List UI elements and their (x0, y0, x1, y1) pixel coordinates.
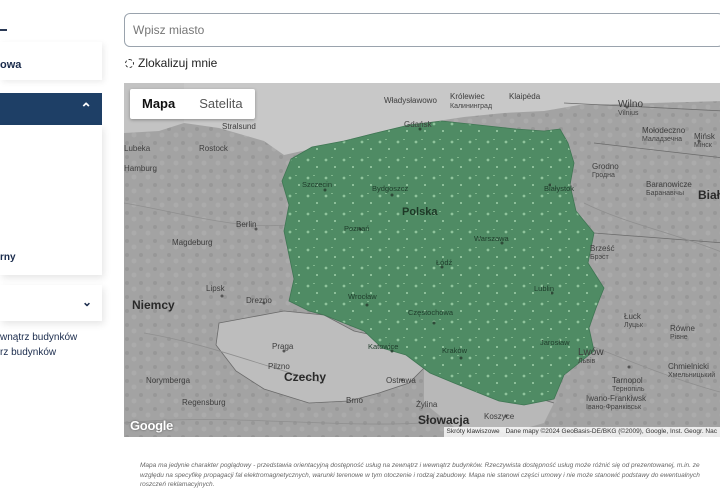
label-lipsk: Lipsk (206, 284, 226, 293)
locate-me-label: Zlokalizuj mnie (138, 56, 218, 70)
label-bialystok: Białystok (544, 184, 574, 193)
label-krolewiec: Królewiec (450, 92, 485, 101)
label-koszyce: Koszyce (484, 412, 515, 421)
locate-icon (125, 58, 134, 68)
label-jaroslaw: Jarosław (540, 338, 570, 347)
label-brzesc: Brześć (590, 244, 614, 253)
map-disclaimer: Mapa ma jedynie charakter poglądowy - pr… (140, 462, 700, 488)
city-search-box (124, 13, 720, 47)
label-stanislawow: Iwano-Frankiwsk (586, 394, 647, 403)
label-luck: Łuck (624, 312, 642, 321)
map-attribution: Skróty klawiszowe Dane mapy ©2024 GeoBas… (443, 427, 720, 437)
label-brno: Brno (346, 396, 363, 405)
sidebar: owa ⌃ rny ⌄ wnątrz budynków rz budynków (0, 0, 110, 500)
label-slovakia: Słowacja (418, 413, 470, 427)
label-tarnopol: Tarnopol (612, 376, 643, 385)
label-czechia: Czechy (284, 370, 326, 384)
label-wroclaw: Wrocław (348, 292, 377, 301)
label-ostrawa: Ostrawa (386, 376, 416, 385)
sidebar-option-indoor[interactable]: wnątrz budynków (0, 332, 77, 343)
label-rowne-ua: Рівне (670, 333, 688, 341)
label-molodeczno-by: Маладзечна (642, 136, 682, 143)
label-baranowicze-by: Баранавічы (646, 189, 684, 197)
label-stanislawow-ua: Івано-Франківськ (586, 403, 642, 411)
label-norymberga: Norymberga (146, 376, 191, 385)
label-belarus: Biał (698, 188, 720, 202)
label-klaipeda: Klaipėda (509, 92, 541, 101)
sidebar-collapsed-section[interactable]: ⌄ (0, 285, 102, 321)
label-praga: Praga (272, 342, 294, 351)
label-grodno: Grodno (592, 162, 619, 171)
label-warszawa: Warszawa (474, 234, 510, 243)
label-baranowicze: Baranowicze (646, 180, 692, 189)
map-type-map-button[interactable]: Mapa (130, 89, 187, 119)
sidebar-panel-label: rny (0, 252, 16, 263)
map-type-toggle: Mapa Satelita (130, 89, 255, 119)
label-vilnius: Vilnius (618, 110, 639, 117)
label-gdansk: Gdańsk (404, 120, 433, 129)
label-rowne: Równe (670, 324, 695, 333)
city-search-input[interactable] (125, 14, 693, 46)
label-magdeburg: Magdeburg (172, 238, 212, 247)
label-krolewiec-ru: Калининград (450, 103, 492, 110)
label-brzesc-by: Брэст (590, 254, 610, 261)
label-molodeczno: Mołodeczno (642, 126, 686, 135)
label-lublin: Lublin (534, 284, 554, 293)
chevron-down-icon: ⌄ (81, 295, 92, 309)
label-poznan: Poznań (344, 224, 369, 233)
map-type-satellite-button[interactable]: Satelita (187, 89, 254, 119)
label-lodz: Łódź (436, 258, 453, 267)
sidebar-active-section[interactable]: ⌃ (0, 93, 102, 125)
label-bydgoszcz: Bydgoszcz (372, 184, 409, 193)
label-wilno: Wilno (618, 99, 643, 110)
label-grodno-by: Гродна (592, 172, 615, 179)
label-tarnopol-ua: Тернопіль (612, 385, 645, 393)
label-luck-ua: Луцьк (624, 322, 644, 329)
label-berlin: Berlin (236, 220, 256, 229)
sidebar-card-label: owa (0, 59, 22, 71)
locate-me-button[interactable]: Zlokalizuj mnie (125, 56, 217, 70)
label-czestochowa: Częstochowa (408, 308, 454, 317)
label-drezno: Drezno (246, 296, 272, 305)
label-szczecin: Szczecin (302, 180, 332, 189)
map-data-credit: Dane mapy ©2024 GeoBasis-DE/BKG (©2009),… (505, 428, 717, 435)
label-hamburg: Hamburg (124, 164, 157, 173)
google-logo[interactable]: Google (130, 418, 173, 433)
coverage-map[interactable]: Władysławowo Królewiec Калининград Klaip… (124, 83, 720, 437)
label-chmielnicki-ua: Хмельницький (668, 371, 715, 379)
sidebar-option-outdoor[interactable]: rz budynków (0, 347, 56, 358)
sidebar-divider (0, 29, 7, 31)
label-lwow-ua: Львів (578, 357, 596, 365)
chevron-up-icon: ⌃ (80, 100, 92, 116)
label-minsk-by: Мінск (694, 141, 713, 149)
label-chmielnicki: Chmielnicki (668, 362, 709, 371)
label-lwow: Lwów (578, 347, 604, 358)
label-wladyslawowo: Władysławowo (384, 96, 437, 105)
label-minsk: Mińsk (694, 132, 716, 141)
label-poland: Polska (402, 206, 438, 218)
keyboard-shortcuts-link[interactable]: Skróty klawiszowe (447, 428, 500, 435)
label-krakow: Kraków (442, 346, 468, 355)
map-canvas: Władysławowo Królewiec Калининград Klaip… (124, 83, 720, 437)
label-lubeck: Lubeka (124, 144, 151, 153)
label-katowice: Katowice (368, 342, 398, 351)
label-regensburg: Regensburg (182, 398, 226, 407)
label-germany: Niemcy (132, 298, 175, 312)
label-rostock: Rostock (199, 144, 229, 153)
label-zilina: Żylina (416, 400, 438, 409)
label-stralsund: Stralsund (222, 122, 256, 131)
